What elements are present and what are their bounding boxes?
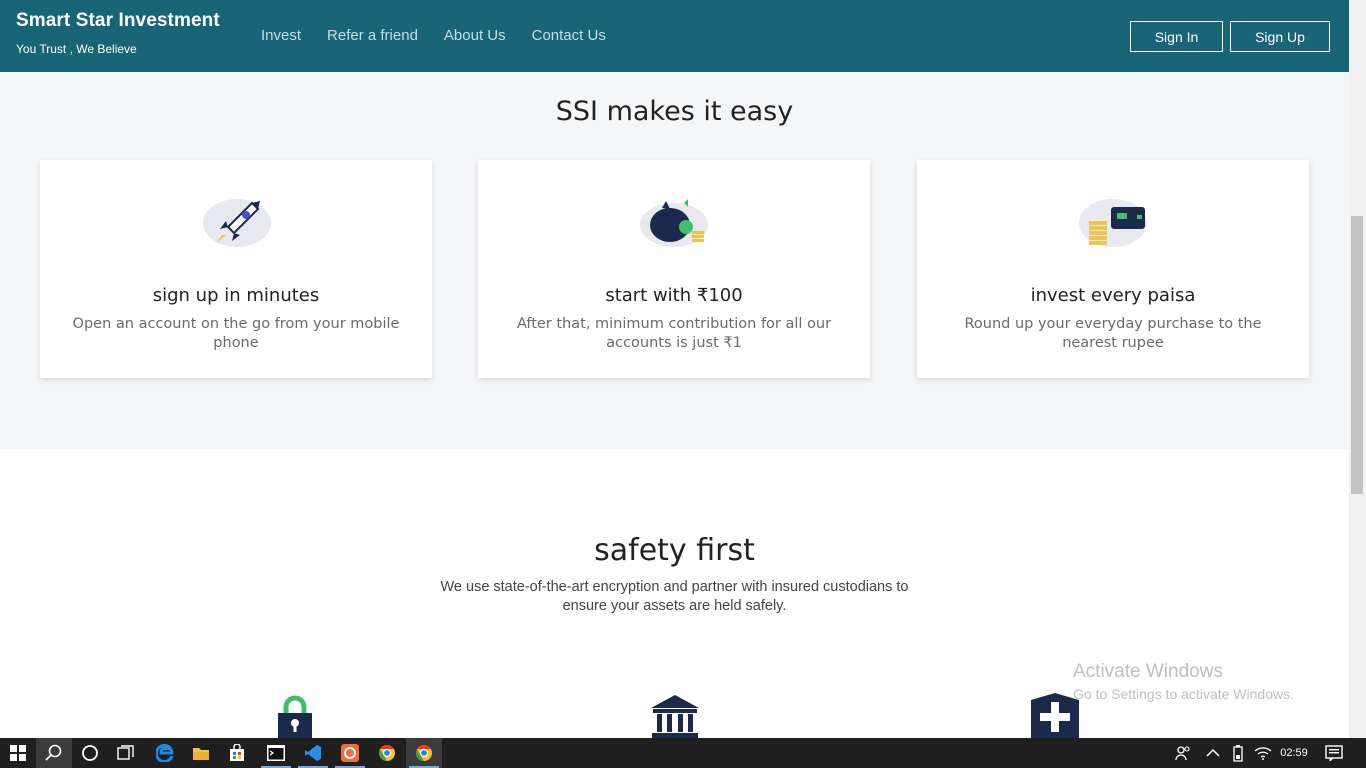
feature-card-title: invest every paisa [1030,285,1196,306]
easy-section-title: SSI makes it easy [555,96,794,127]
store-icon[interactable] [219,738,255,768]
nav-contact-us[interactable]: Contact Us [532,27,606,44]
cmd-icon[interactable] [258,738,294,768]
feature-card-description: Open an account on the go from your mobi… [72,316,400,351]
scrollbar-thumb[interactable] [1351,216,1363,494]
sign-up-button[interactable]: Sign Up [1230,21,1330,52]
rocket-icon [203,199,271,247]
windows-taskbar: 02:59 [0,738,1366,768]
feature-card-title: start with ₹100 [605,285,743,306]
page-scrollbar[interactable] [1349,0,1366,738]
nav-invest[interactable]: Invest [261,27,301,44]
sign-in-button[interactable]: Sign In [1130,21,1223,52]
top-navbar: Smart Star Investment You Trust , We Bel… [0,0,1349,72]
brand-subtitle: You Trust , We Believe [16,42,137,56]
feature-card-description: Round up your everyday purchase to the n… [964,316,1262,351]
safety-section-description: We use state-of-the-art encryption and p… [440,579,909,614]
file-explorer-icon[interactable] [183,738,219,768]
taskbar-clock[interactable]: 02:59 [1276,738,1312,768]
feature-card-signup: sign up in minutes Open an account on th… [40,160,432,378]
safety-section-title: safety first [594,533,755,568]
chrome-icon[interactable] [369,738,405,768]
app-icon[interactable] [332,738,368,768]
notification-icon[interactable] [1316,738,1352,768]
wifi-icon[interactable] [1248,738,1278,768]
brand-title: Smart Star Investment [16,10,220,31]
edge-icon[interactable] [147,738,183,768]
people-icon[interactable] [1166,738,1200,768]
watermark-title: Activate Windows [1073,661,1223,682]
search-icon[interactable] [36,738,72,768]
vscode-icon[interactable] [295,738,331,768]
nav-about-us[interactable]: About Us [444,27,506,44]
piggy-bank-icon [640,199,708,247]
feature-card-description: After that, minimum contribution for all… [516,316,832,351]
bank-icon [651,695,699,738]
easy-section: SSI makes it easy sign up in minutes Ope… [0,72,1349,449]
nav-refer-a-friend[interactable]: Refer a friend [327,27,418,44]
chrome-active-icon[interactable] [406,738,442,768]
feature-card-title: sign up in minutes [152,285,320,306]
card-coins-icon [1079,199,1147,247]
brand[interactable]: Smart Star Investment You Trust , We Bel… [16,10,220,56]
feature-card-start: start with ₹100 After that, minimum cont… [478,160,870,378]
cortana-icon[interactable] [72,738,108,768]
activate-windows-watermark: Activate Windows Go to Settings to activ… [1073,661,1294,702]
watermark-subtitle: Go to Settings to activate Windows. [1073,686,1294,702]
nav-links: Invest Refer a friend About Us Contact U… [261,27,632,44]
lock-icon [278,695,312,738]
task-view-icon[interactable] [108,738,144,768]
feature-card-invest: invest every paisa Round up your everyda… [917,160,1309,378]
start-icon[interactable] [0,738,36,768]
